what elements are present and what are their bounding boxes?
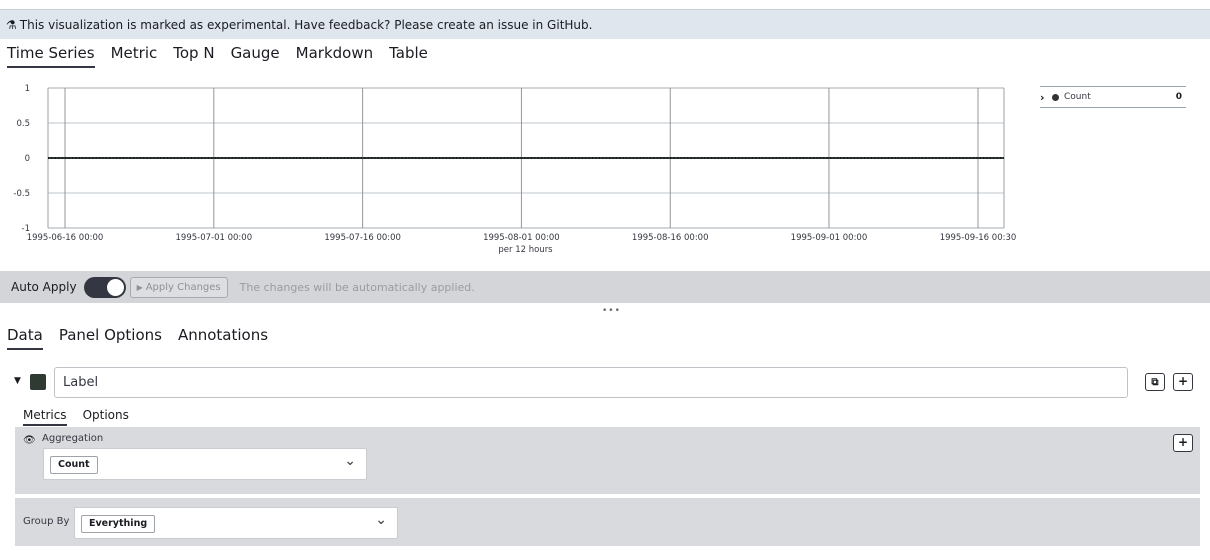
legend-label: Count [1064,92,1091,102]
resize-handle[interactable]: ••• [602,306,621,316]
y-tick-label: 0 [25,154,30,164]
group-by-panel: Group By Everything ⌄ [15,498,1200,546]
chart-legend: › Count 0 [1040,86,1186,108]
eye-icon[interactable]: 👁 [23,435,36,446]
tab-metrics[interactable]: Metrics [23,408,67,426]
toggle-knob [106,278,124,296]
apply-changes-label: Apply Changes [145,281,221,293]
aggregation-label: Aggregation [42,433,104,444]
legend-item-count[interactable]: › Count 0 [1040,86,1186,108]
x-tick-label: 1995-08-01 00:00 [483,233,560,243]
apply-bar: Auto Apply ▶ Apply Changes The changes w… [0,271,1210,303]
plus-icon: + [1177,435,1189,449]
visualization-type-tabs: Time Series Metric Top N Gauge Markdown … [7,44,428,68]
chevron-down-icon: ⌄ [344,453,356,469]
banner-text: This visualization is marked as experime… [19,17,593,32]
tab-metric[interactable]: Metric [111,44,158,68]
flask-icon: ⚗ [6,17,17,32]
aggregation-select[interactable]: Count ⌄ [43,448,367,480]
apply-changes-button[interactable]: ▶ Apply Changes [129,276,228,298]
series-row: ▼ Label ⧉ + [14,367,1194,398]
add-series-button[interactable]: + [1173,373,1193,391]
auto-apply-label: Auto Apply [11,280,77,294]
x-interval-label: per 12 hours [498,245,553,255]
x-tick-label: 1995-09-16 00:30 [940,233,1017,243]
copy-icon: ⧉ [1151,377,1159,388]
y-tick-label: -0.5 [13,189,30,199]
y-tick-label: 1 [25,84,30,94]
chevron-right-icon[interactable]: › [1040,91,1052,104]
x-tick-label: 1995-08-16 00:00 [632,233,709,243]
experimental-banner: ⚗ This visualization is marked as experi… [0,9,1210,39]
series-sub-tabs: Metrics Options [23,408,129,426]
tab-annotations[interactable]: Annotations [178,326,268,350]
aggregation-selected-value: Count [50,456,98,474]
add-metric-button[interactable]: + [1173,434,1193,452]
caret-down-icon[interactable]: ▼ [14,376,21,386]
time-series-chart[interactable]: 10.50-0.5-11995-06-16 00:00 1995-07-01 00… [0,78,1030,263]
group-by-label: Group By [23,516,70,527]
aggregation-panel: 👁 Aggregation Count ⌄ + [15,427,1200,494]
group-by-select[interactable]: Everything ⌄ [74,507,398,539]
x-tick-label: 1995-07-16 00:00 [324,233,401,243]
tab-markdown[interactable]: Markdown [296,44,373,68]
play-icon: ▶ [136,282,143,292]
apply-message: The changes will be automatically applie… [239,280,475,294]
tab-gauge[interactable]: Gauge [231,44,280,68]
tab-time-series[interactable]: Time Series [7,44,95,68]
y-tick-label: 0.5 [16,119,30,129]
group-by-selected-value: Everything [81,515,156,533]
x-tick-label: 1995-07-01 00:00 [176,233,253,243]
clone-series-button[interactable]: ⧉ [1145,373,1165,391]
x-tick-label: 1995-06-16 00:00 [27,233,104,243]
series-label-input[interactable]: Label [54,367,1128,398]
auto-apply-toggle[interactable] [83,276,126,298]
series-color-dot [1052,93,1059,101]
tab-panel-options[interactable]: Panel Options [59,326,162,350]
panel-config-tabs: Data Panel Options Annotations [7,326,268,350]
tab-options[interactable]: Options [83,408,129,426]
legend-value: 0 [1175,92,1182,102]
series-color-picker[interactable] [30,374,46,390]
plus-icon: + [1177,374,1189,388]
x-tick-label: 1995-09-01 00:00 [791,233,868,243]
chevron-down-icon: ⌄ [375,512,387,528]
tab-table[interactable]: Table [389,44,428,68]
tab-top-n[interactable]: Top N [173,44,214,68]
tab-data[interactable]: Data [7,326,43,350]
